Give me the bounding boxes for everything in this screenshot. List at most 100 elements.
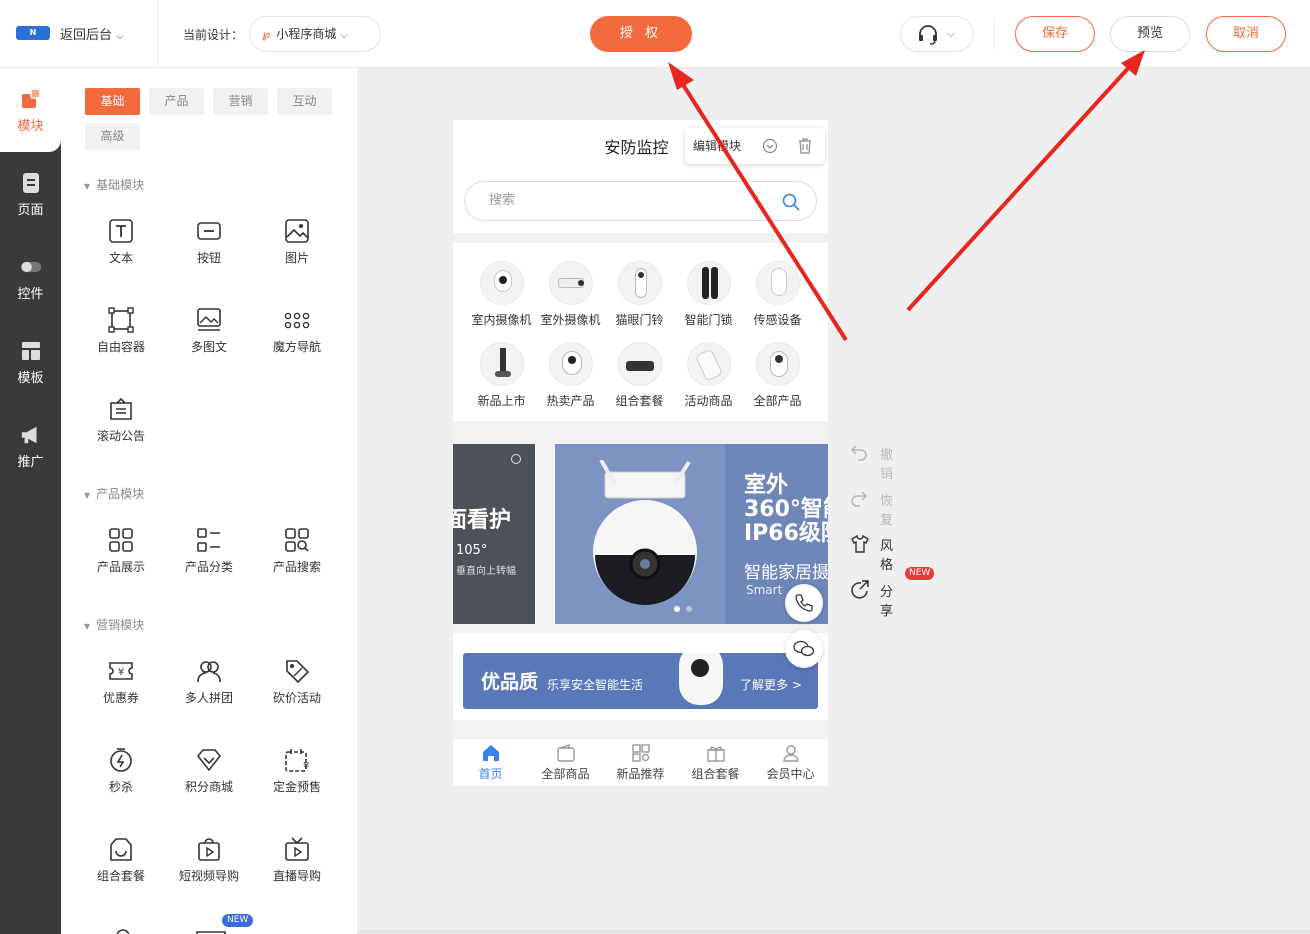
category-item[interactable]: 智能门锁 bbox=[674, 261, 743, 328]
nav-item-module[interactable]: 模块 bbox=[0, 88, 61, 134]
chevron-down-icon: ⌵ bbox=[340, 30, 348, 41]
nav-item-promote[interactable]: 推广 bbox=[0, 424, 61, 470]
category-item[interactable]: 室内摄像机 bbox=[467, 261, 536, 328]
nav-item-label: 模块 bbox=[17, 119, 44, 134]
wallet-icon bbox=[556, 744, 575, 762]
chevron-down-circle-icon[interactable] bbox=[762, 138, 778, 154]
tool-label: 魔方导航 bbox=[272, 340, 321, 354]
edit-module-button[interactable]: 编辑模块 bbox=[693, 139, 741, 153]
banner-dot bbox=[511, 454, 521, 464]
annotation-arrow-preview bbox=[906, 50, 1145, 312]
tab-basic[interactable]: 基础 bbox=[85, 88, 140, 115]
section-marketing-header[interactable]: ▼ 营销模块 bbox=[84, 616, 144, 633]
style-label: 风格 bbox=[880, 539, 894, 573]
nav-item-template[interactable]: 模板 bbox=[0, 340, 61, 386]
cancel-button[interactable]: 取消 bbox=[1206, 16, 1286, 52]
tab-home[interactable]: 首页 bbox=[453, 743, 528, 782]
section-basic-header[interactable]: ▼ 基础模块 bbox=[84, 176, 144, 193]
banner-left-line1: 105° bbox=[456, 543, 488, 558]
tab-combo[interactable]: 组合套餐 bbox=[678, 743, 753, 782]
nav-item-control[interactable]: 控件 bbox=[0, 256, 61, 302]
sensor-icon bbox=[755, 261, 800, 305]
banner-slide-prev[interactable]: 面看护 105° 垂直向上转幅 bbox=[453, 444, 535, 624]
user-icon bbox=[782, 745, 799, 762]
search-section: 搜索 bbox=[453, 175, 828, 233]
banner-main-line1: 室外 bbox=[744, 473, 789, 498]
category-item[interactable]: 新品上市 bbox=[467, 342, 536, 409]
design-selector[interactable]: ℘ 小程序商城 ⌵ bbox=[249, 16, 381, 52]
authorize-button[interactable]: 授 权 bbox=[590, 16, 692, 52]
tool-product-display[interactable]: 产品展示 bbox=[77, 527, 165, 575]
text-icon bbox=[109, 219, 133, 243]
collapse-triangle-icon: ▼ bbox=[84, 182, 91, 191]
nav-item-page[interactable]: 页面 bbox=[0, 172, 61, 218]
tool-group-buy[interactable]: 多人拼团 bbox=[165, 658, 253, 706]
tool-label: 定金预售 bbox=[272, 780, 321, 794]
tool-button[interactable]: 按钮 bbox=[165, 218, 253, 266]
camera-lens-icon bbox=[691, 659, 709, 677]
tool-label: 直播导购 bbox=[272, 869, 321, 883]
tab-new-recommend[interactable]: 新品推荐 bbox=[603, 743, 678, 782]
float-wechat-button[interactable] bbox=[785, 630, 823, 668]
tab-advanced[interactable]: 高级 bbox=[85, 123, 140, 150]
tab-marketing[interactable]: 营销 bbox=[213, 88, 268, 115]
back-to-admin-dropdown[interactable]: 返回后台 ⌵ bbox=[60, 24, 124, 43]
miniprogram-icon: ℘ bbox=[262, 27, 271, 41]
combo-bag-icon bbox=[110, 838, 132, 861]
tool-product-search[interactable]: 产品搜索 bbox=[253, 527, 341, 575]
trash-icon[interactable] bbox=[798, 138, 812, 154]
category-item[interactable]: 室外摄像机 bbox=[536, 261, 605, 328]
tool-text[interactable]: 文本 bbox=[77, 218, 165, 266]
carousel-dot[interactable] bbox=[674, 606, 680, 612]
nav-item-label: 页面 bbox=[17, 203, 44, 218]
tool-cube-nav[interactable]: 魔方导航 bbox=[253, 307, 341, 355]
promo-strip[interactable]: 优品质 乐享安全智能生活 了解更多 > bbox=[463, 653, 818, 709]
tool-free-container[interactable]: 自由容器 bbox=[77, 307, 165, 355]
category-label: 智能门锁 bbox=[684, 313, 733, 327]
tab-all-products[interactable]: 全部商品 bbox=[528, 743, 603, 782]
save-button[interactable]: 保存 bbox=[1015, 16, 1095, 52]
collapse-triangle-icon: ▼ bbox=[84, 491, 91, 500]
tool-live-stream[interactable]: 直播导购 bbox=[253, 836, 341, 884]
category-item[interactable]: 传感设备 bbox=[743, 261, 812, 328]
learn-more-link[interactable]: 了解更多 > bbox=[740, 676, 802, 693]
tool-multi-image-text[interactable]: 多图文 bbox=[165, 307, 253, 355]
all-products-icon bbox=[755, 342, 800, 386]
svg-text:¥: ¥ bbox=[118, 667, 124, 678]
section-product-header[interactable]: ▼ 产品模块 bbox=[84, 485, 144, 502]
tab-label: 新品推荐 bbox=[616, 767, 665, 781]
tshirt-icon bbox=[851, 534, 869, 553]
customer-service-dropdown[interactable]: ⌵ bbox=[900, 16, 974, 52]
category-item[interactable]: 全部产品 bbox=[743, 342, 812, 409]
tool-bargain[interactable]: 砍价活动 bbox=[253, 658, 341, 706]
tool-scroll-notice[interactable]: 滚动公告 bbox=[77, 396, 165, 444]
module-panel: 基础 产品 营销 互动 高级 ▼ 基础模块 文本 按钮 图片 自由容器 多图文 魔… bbox=[61, 68, 357, 934]
tab-label: 组合套餐 bbox=[691, 767, 740, 781]
tab-label: 全部商品 bbox=[541, 767, 590, 781]
tool-label: 短视频导购 bbox=[178, 869, 239, 883]
tab-product[interactable]: 产品 bbox=[149, 88, 204, 115]
tool-image[interactable]: 图片 bbox=[253, 218, 341, 266]
category-item[interactable]: 活动商品 bbox=[674, 342, 743, 409]
template-icon bbox=[21, 342, 40, 360]
category-label: 猫眼门铃 bbox=[615, 313, 664, 327]
tool-deposit-presale[interactable]: ¥ 定金预售 bbox=[253, 747, 341, 795]
tool-short-video[interactable]: 短视频导购 bbox=[165, 836, 253, 884]
tool-points-mall[interactable]: 积分商城 bbox=[165, 747, 253, 795]
preview-button[interactable]: 预览 bbox=[1110, 16, 1190, 52]
tool-combo[interactable]: 组合套餐 bbox=[77, 836, 165, 884]
search-input[interactable]: 搜索 bbox=[464, 181, 817, 221]
category-item[interactable]: 热卖产品 bbox=[536, 342, 605, 409]
tab-interaction[interactable]: 互动 bbox=[277, 88, 332, 115]
category-item[interactable]: 猫眼门铃 bbox=[605, 261, 674, 328]
tool-product-category[interactable]: 产品分类 bbox=[165, 527, 253, 575]
banner-left-title: 面看护 bbox=[453, 508, 512, 533]
tool-flash-sale[interactable]: 秒杀 bbox=[77, 747, 165, 795]
tool-coupon[interactable]: ¥ 优惠券 bbox=[77, 658, 165, 706]
carousel-dot[interactable] bbox=[686, 606, 692, 612]
category-item[interactable]: 组合套餐 bbox=[605, 342, 674, 409]
float-phone-button[interactable] bbox=[785, 584, 823, 622]
tab-member-center[interactable]: 会员中心 bbox=[753, 743, 828, 782]
product-search-icon bbox=[285, 528, 309, 552]
partial-tool-icons bbox=[116, 929, 226, 934]
